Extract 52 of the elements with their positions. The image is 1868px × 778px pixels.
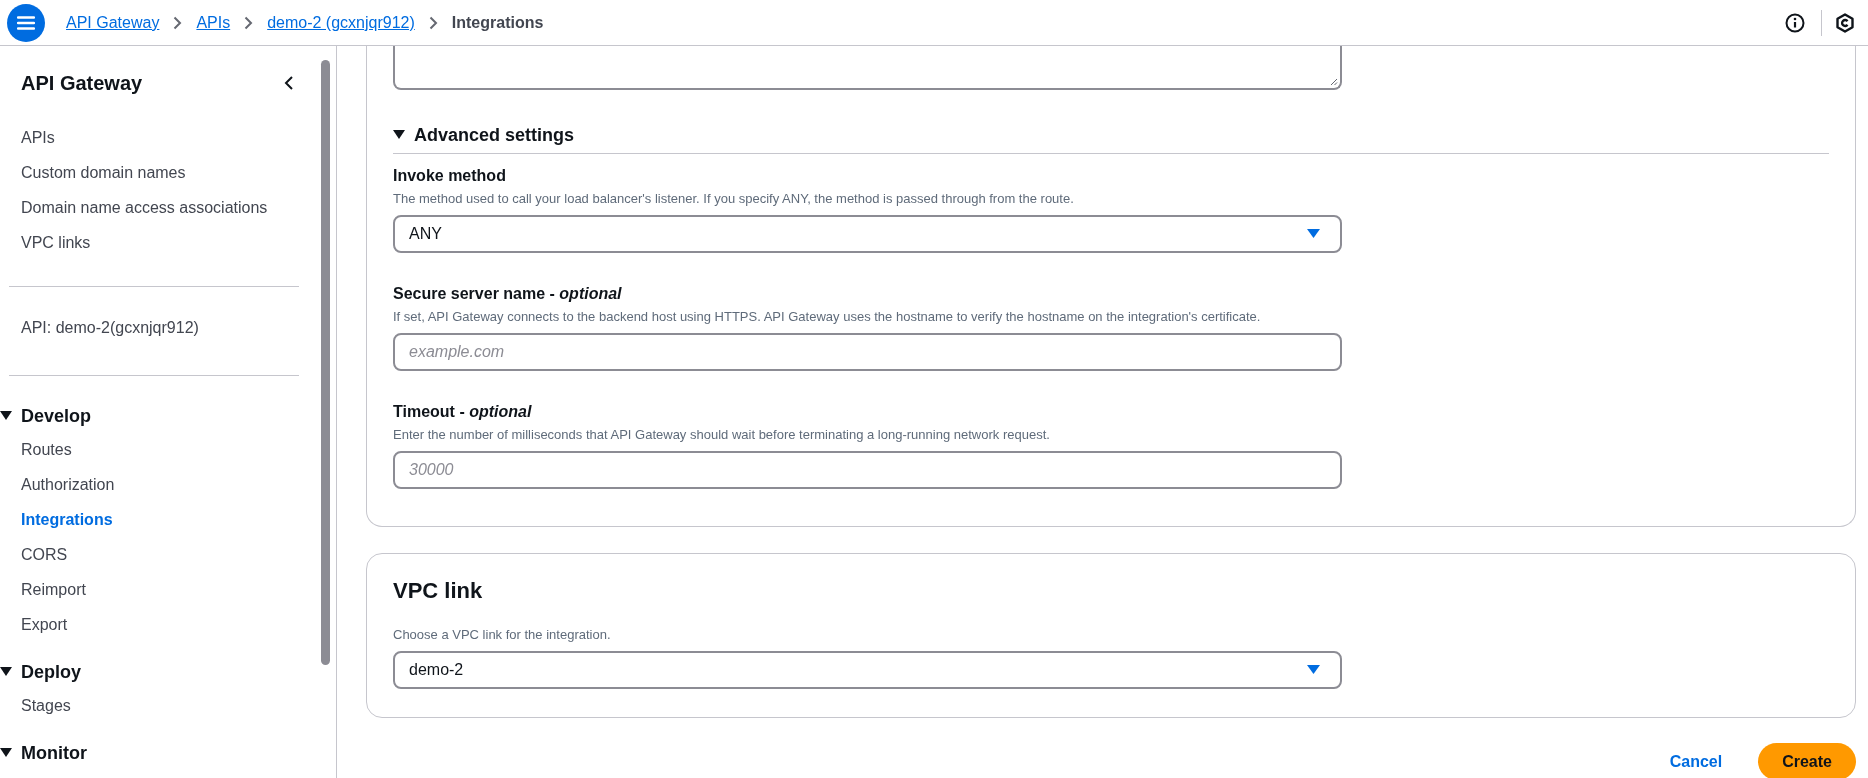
nav-link[interactable]: Custom domain names xyxy=(21,155,320,190)
field-description: The method used to call your load balancer's listener. If you specify ANY, the method is passed through from the route. xyxy=(393,190,1075,207)
caret-down-icon xyxy=(0,667,12,677)
scrollbar-thumb[interactable] xyxy=(321,60,330,665)
collapse-icon[interactable] xyxy=(284,75,294,91)
field-label: Timeout - optional xyxy=(393,402,533,422)
field-label: Invoke method xyxy=(393,166,507,186)
field-description: Choose a VPC link for the integration. xyxy=(393,626,612,643)
chevron-right-icon xyxy=(173,15,183,30)
text-input[interactable]: 30000 xyxy=(393,451,1342,489)
select-dropdown[interactable]: ANY xyxy=(393,215,1342,253)
nav-section-toggle[interactable]: Develop xyxy=(0,404,92,428)
breadcrumb-link[interactable]: demo-2 (gcxnjqr912) xyxy=(267,13,415,32)
api-name-label: API: demo-2(gcxnjqr912) xyxy=(21,318,200,338)
hexagon-icon[interactable] xyxy=(1835,12,1855,33)
nav-link[interactable]: Integrations xyxy=(21,502,320,537)
field-description: Enter the number of milliseconds that API Gateway should wait before terminating a long-running network request. xyxy=(393,426,1051,443)
chevron-right-icon xyxy=(428,15,438,30)
caret-down-icon xyxy=(393,130,405,140)
nav-link[interactable]: CORS xyxy=(21,537,320,572)
info-icon[interactable] xyxy=(1785,12,1805,33)
card-title: VPC link xyxy=(393,578,484,604)
create-button[interactable]: Create xyxy=(1758,743,1856,778)
caret-down-icon xyxy=(1307,229,1320,239)
nav-section-toggle[interactable]: Monitor xyxy=(0,741,87,765)
resize-grip-icon[interactable] xyxy=(1330,78,1338,86)
field-description: If set, API Gateway connects to the backend host using HTTPS. API Gateway uses the hostname to verify the hostname on the integration's certificate. xyxy=(393,308,1262,325)
cancel-button[interactable]: Cancel xyxy=(1669,752,1723,771)
textarea-field[interactable] xyxy=(393,46,1342,90)
nav-link[interactable]: Reimport xyxy=(21,572,320,607)
breadcrumb-link[interactable]: APIs xyxy=(196,13,231,32)
nav-link[interactable]: VPC links xyxy=(21,225,320,260)
breadcrumb-link[interactable]: API Gateway xyxy=(66,13,160,32)
nav-link[interactable]: Authorization xyxy=(21,467,320,502)
nav-link[interactable]: Stages xyxy=(21,688,320,723)
text-input[interactable]: example.com xyxy=(393,333,1342,371)
nav-link[interactable]: Domain name access associations xyxy=(21,190,320,225)
caret-down-icon xyxy=(0,411,12,421)
caret-down-icon xyxy=(1307,665,1320,675)
chevron-right-icon xyxy=(244,15,254,30)
nav-link[interactable]: Routes xyxy=(21,432,320,467)
section-toggle[interactable]: Advanced settings xyxy=(393,123,575,147)
field-label: Secure server name - optional xyxy=(393,284,623,304)
menu-icon xyxy=(17,15,35,30)
nav-link[interactable]: APIs xyxy=(21,120,320,155)
nav-link[interactable]: Export xyxy=(21,607,320,642)
sidebar-title: API Gateway xyxy=(21,71,143,95)
caret-down-icon xyxy=(0,748,12,758)
menu-button[interactable] xyxy=(7,3,45,42)
nav-section-toggle[interactable]: Deploy xyxy=(0,660,81,684)
breadcrumb-current: Integrations xyxy=(451,13,544,32)
select-dropdown[interactable]: demo-2 xyxy=(393,651,1342,689)
